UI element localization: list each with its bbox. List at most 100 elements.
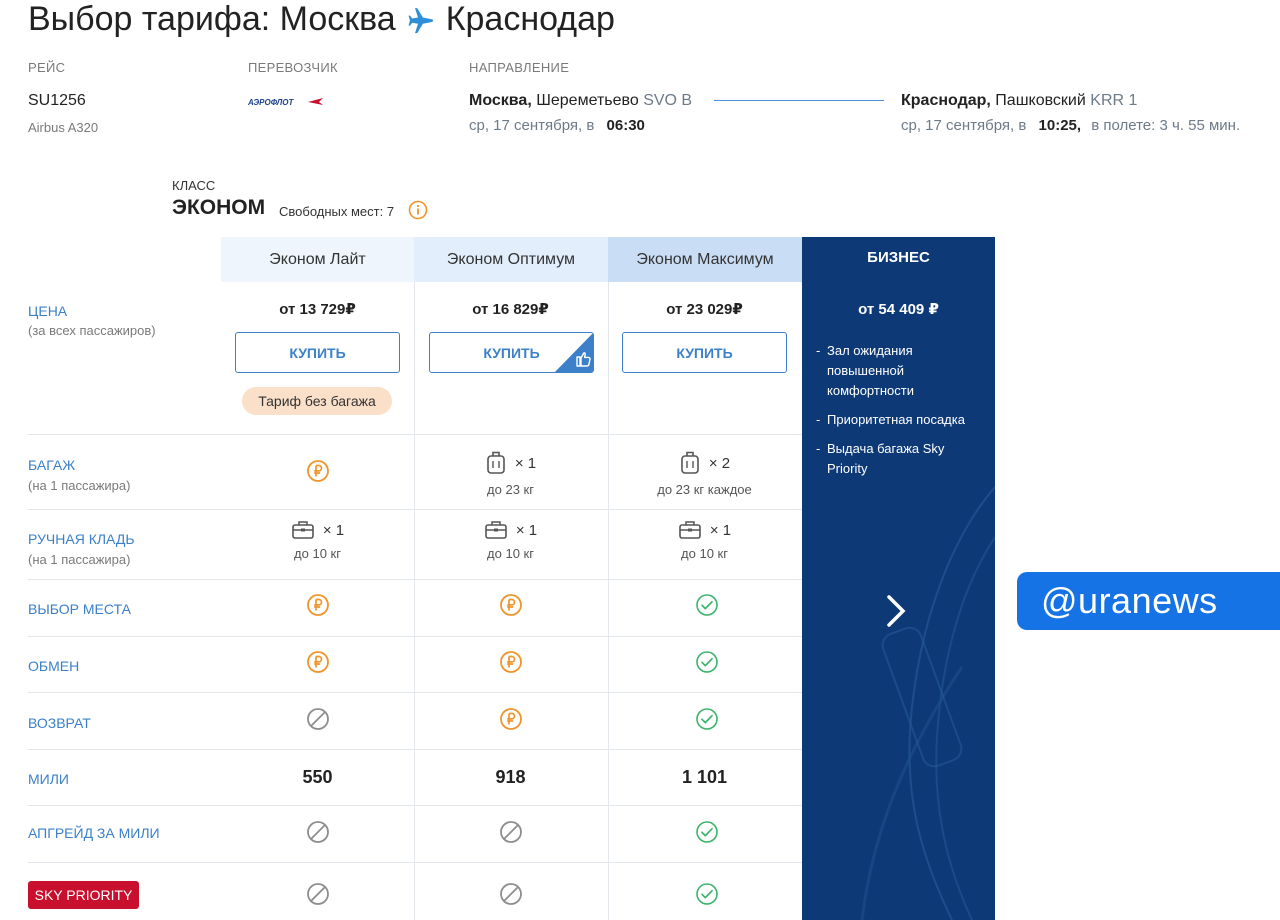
business-feature: Выдача багажа Sky Priority (816, 439, 986, 479)
row-title-price: ЦЕНА (28, 303, 68, 319)
carrier-logo-text: АЭРОФЛОТ (248, 98, 294, 107)
arrival-datetime: ср, 17 сентября, в 10:25, в полете: 3 ч.… (901, 117, 1240, 134)
paid-ruble-icon (307, 651, 329, 673)
row-divider (28, 749, 802, 750)
business-panel[interactable]: БИЗНЕС от 54 409 ₽ Зал ожидания повышенн… (802, 237, 995, 920)
suitcase-icon (681, 451, 699, 474)
uranews-watermark: @uranews (1017, 572, 1280, 630)
miles-econom-maximum: 1 101 (681, 767, 728, 787)
miles-econom-lite: 550 (302, 767, 333, 787)
row-title-upgrade: АПГРЕЙД ЗА МИЛИ (28, 825, 160, 841)
flight-label: РЕЙС (28, 60, 66, 75)
arrival-city: Краснодар, (901, 92, 991, 109)
flight-number: SU1256 (28, 92, 86, 109)
baggage-econom-optimum: × 1 до 23 кг (414, 450, 607, 497)
check-circle-icon (696, 883, 718, 905)
departure-datetime: ср, 17 сентября, в 06:30 (469, 117, 645, 134)
unavailable-icon (307, 821, 329, 843)
tab-econom-maximum[interactable]: Эконом Максимум (608, 237, 802, 282)
buy-label: КУПИТЬ (483, 344, 540, 361)
unavailable-icon (500, 821, 522, 843)
paid-ruble-icon (500, 708, 522, 730)
paid-ruble-icon (500, 651, 522, 673)
unavailable-icon (307, 883, 329, 905)
row-sub-baggage: (на 1 пассажира) (28, 478, 131, 493)
check-circle-icon (696, 821, 718, 843)
arrival-line: Краснодар, Пашковский KRR 1 (901, 92, 1137, 110)
direction-label: НАПРАВЛЕНИЕ (469, 60, 570, 75)
row-divider (28, 805, 802, 806)
hand-qty: × 1 (515, 521, 538, 539)
departure-airport: Шереметьево (536, 92, 639, 109)
price-econom-maximum: от 23 029₽ (666, 301, 743, 318)
row-title-hand: РУЧНАЯ КЛАДЬ (28, 531, 135, 547)
departure-city: Москва, (469, 92, 532, 109)
tab-econom-optimum[interactable]: Эконом Оптимум (414, 237, 608, 282)
unavailable-icon (500, 883, 522, 905)
arrival-airport: Пашковский (995, 92, 1086, 109)
baggage-econom-maximum: × 2 до 23 кг каждое (608, 450, 801, 497)
page-title: Выбор тарифа: Москва Краснодар (28, 0, 615, 39)
aeroflot-logo: АЭРОФЛОТ (248, 98, 323, 107)
carrier-label: ПЕРЕВОЗЧИК (248, 60, 338, 75)
row-title-refund: ВОЗВРАТ (28, 715, 91, 731)
miles-econom-optimum: 918 (495, 767, 526, 787)
hand-note: до 10 кг (487, 546, 534, 561)
class-name: ЭКОНОМ (172, 196, 266, 219)
hand-note: до 10 кг (681, 546, 728, 561)
briefcase-icon (292, 521, 314, 539)
column-divider (608, 282, 609, 920)
info-icon[interactable] (408, 200, 428, 220)
business-feature: Приоритетная посадка (816, 410, 986, 430)
sky-priority-badge: SKY PRIORITY (28, 881, 139, 909)
title-from: Выбор тарифа: Москва (28, 0, 396, 38)
hand-qty: × 1 (709, 521, 732, 539)
row-title-miles: МИЛИ (28, 771, 69, 787)
check-circle-icon (696, 708, 718, 730)
row-sub-price: (за всех пассажиров) (28, 323, 156, 338)
departure-time: 06:30 (606, 117, 645, 134)
check-circle-icon (696, 651, 718, 673)
row-divider (28, 636, 802, 637)
buy-econom-maximum-button[interactable]: КУПИТЬ (622, 332, 787, 373)
flight-duration: в полете: 3 ч. 55 мин. (1091, 117, 1241, 134)
row-title-baggage: БАГАЖ (28, 457, 76, 473)
paid-ruble-icon (307, 594, 329, 616)
no-baggage-badge: Тариф без багажа (242, 387, 392, 415)
seats-available: Свободных мест: 7 (279, 204, 395, 219)
briefcase-icon (485, 521, 507, 539)
paid-ruble-icon (500, 594, 522, 616)
row-title-exchange: ОБМЕН (28, 658, 80, 674)
column-divider (414, 282, 415, 920)
suitcase-icon (487, 451, 505, 474)
price-econom-lite: от 13 729₽ (279, 301, 356, 318)
business-features: Зал ожидания повышенной комфортности При… (816, 341, 986, 488)
title-to: Краснодар (445, 0, 615, 38)
hand-qty: × 1 (322, 521, 345, 539)
baggage-note: до 23 кг (487, 482, 534, 497)
baggage-qty: × 2 (708, 454, 731, 472)
business-feature: Зал ожидания повышенной комфортности (816, 341, 986, 401)
price-econom-optimum: от 16 829₽ (472, 301, 549, 318)
row-divider (28, 509, 802, 510)
route-line (714, 100, 884, 101)
hand-econom-maximum: × 1 до 10 кг (608, 520, 801, 561)
baggage-qty: × 1 (514, 454, 537, 472)
plane-icon (406, 5, 436, 35)
buy-econom-lite-button[interactable]: КУПИТЬ (235, 332, 400, 373)
hand-econom-lite: × 1 до 10 кг (221, 520, 414, 561)
business-price: от 54 409 ₽ (858, 301, 939, 318)
tab-econom-lite[interactable]: Эконом Лайт (221, 237, 414, 282)
arrival-time: 10:25, (1038, 117, 1082, 134)
unavailable-icon (307, 708, 329, 730)
buy-econom-optimum-button[interactable]: КУПИТЬ (429, 332, 594, 373)
aircraft-type: Airbus A320 (28, 120, 99, 135)
hand-econom-optimum: × 1 до 10 кг (414, 520, 607, 561)
row-divider (28, 862, 802, 863)
row-sub-hand: (на 1 пассажира) (28, 552, 131, 567)
hand-note: до 10 кг (294, 546, 341, 561)
chevron-right-icon[interactable] (884, 593, 908, 629)
baggage-note: до 23 кг каждое (657, 482, 752, 497)
row-divider (28, 434, 802, 435)
departure-line: Москва, Шереметьево SVO B (469, 92, 692, 110)
